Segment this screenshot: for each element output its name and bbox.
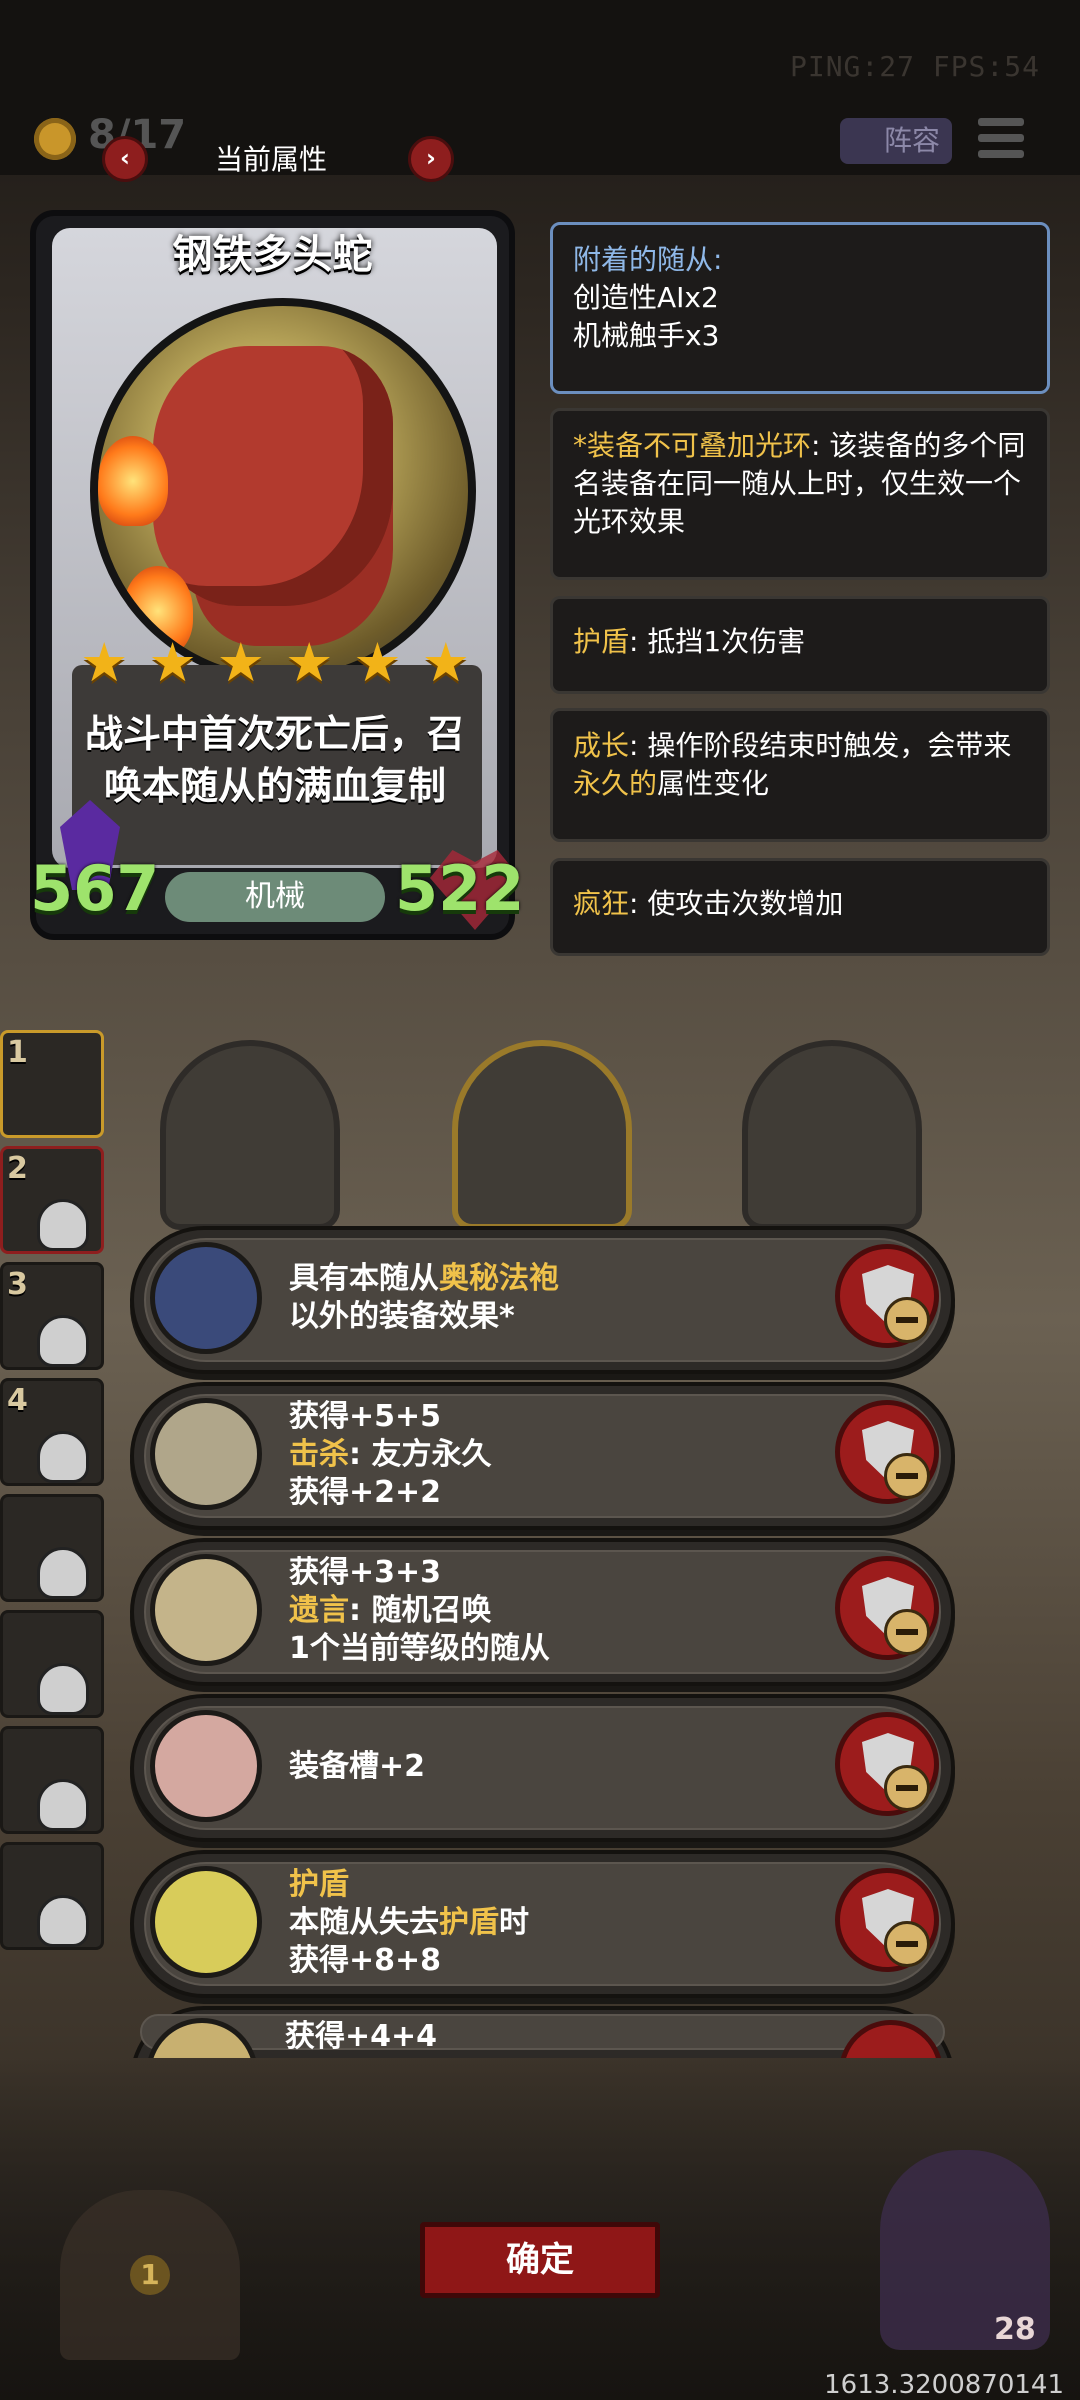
- lineup-button[interactable]: 阵容: [840, 118, 952, 164]
- debug-coordinates: 1613.3200870141: [824, 2370, 1064, 2400]
- flame-icon: [98, 436, 168, 526]
- equipment-row: 获得+5+5 击杀: 友方永久 获得+2+2: [130, 1382, 955, 1530]
- hydra-art: [153, 346, 393, 606]
- remove-equipment-button[interactable]: [835, 1868, 939, 1972]
- keyword-shield: 护盾: 抵挡1次伤害: [550, 596, 1050, 694]
- board-minion[interactable]: [452, 1040, 632, 1230]
- remove-equipment-button[interactable]: [835, 1712, 939, 1816]
- armor-icon: [150, 1710, 262, 1822]
- health-value: 522: [395, 852, 525, 925]
- tribe-badge: 机械: [165, 872, 385, 922]
- minion-portrait: [90, 298, 476, 684]
- equipment-row: 装备槽+2: [130, 1694, 955, 1842]
- skull-icon: [37, 1663, 89, 1715]
- card-description: 战斗中首次死亡后，召 唤本随从的满血复制: [84, 712, 465, 808]
- board-minion[interactable]: [742, 1040, 922, 1230]
- minus-icon: [884, 1453, 930, 1499]
- star-icon: ★: [148, 631, 197, 694]
- skull-icon: [37, 1315, 89, 1367]
- keyword-frenzy: 疯狂: 使攻击次数增加: [550, 858, 1050, 956]
- remove-equipment-button[interactable]: [835, 1556, 939, 1660]
- skull-icon: [37, 1895, 89, 1947]
- keyword-aura: *装备不可叠加光环: 该装备的多个同名装备在同一随从上时，仅生效一个光环效果: [550, 408, 1050, 580]
- attack-value: 567: [30, 852, 160, 925]
- board-minion[interactable]: [160, 1040, 340, 1230]
- party-slot[interactable]: 1: [0, 1030, 104, 1138]
- equipment-row: 护盾 本随从失去护盾时 获得+8+8: [130, 1850, 955, 1998]
- party-slot[interactable]: [0, 1726, 104, 1834]
- equipment-row: 具有本随从奥秘法袍 以外的装备效果*: [130, 1226, 955, 1374]
- skull-icon: [37, 1547, 89, 1599]
- attached-minions-panel: 附着的随从: 创造性AIx2 机械触手x3: [550, 222, 1050, 394]
- equipment-row-clipped: 获得+4+4: [130, 2006, 955, 2058]
- party-slot[interactable]: [0, 1610, 104, 1718]
- minus-icon: [884, 1921, 930, 1967]
- cloak-icon: [150, 1398, 262, 1510]
- star-icon: ★: [284, 631, 334, 694]
- minus-icon: [884, 1609, 930, 1655]
- star-icon: ★: [80, 631, 129, 694]
- party-slot[interactable]: 3: [0, 1262, 104, 1370]
- skull-icon: [37, 1779, 89, 1831]
- panel-title: 当前属性: [215, 143, 328, 176]
- robe-icon: [150, 1242, 262, 1354]
- skull-icon: [37, 1199, 89, 1251]
- star-icon: ★: [353, 631, 402, 694]
- minus-icon: [884, 1297, 930, 1343]
- star-icon: ★: [216, 631, 266, 694]
- equipment-row: 获得+3+3 遗言: 随机召唤 1个当前等级的随从: [130, 1538, 955, 1686]
- hero-health: 28: [994, 2312, 1036, 2347]
- star-rating: ★ ★ ★ ★ ★ ★: [80, 636, 470, 690]
- minus-icon: [884, 1765, 930, 1811]
- remove-equipment-button[interactable]: [835, 1244, 939, 1348]
- moon-icon: [150, 1866, 262, 1978]
- coffin-icon: [150, 1554, 262, 1666]
- equipment-row: 获得+4+4: [130, 2006, 955, 2058]
- ping-fps-readout: PING:27 FPS:54: [789, 50, 1040, 83]
- next-arrow-button[interactable]: ›: [408, 136, 454, 182]
- star-icon: ★: [421, 631, 470, 694]
- party-slot[interactable]: 4: [0, 1378, 104, 1486]
- menu-icon[interactable]: [978, 118, 1024, 164]
- confirm-button[interactable]: 确定: [420, 2222, 660, 2298]
- prev-arrow-button[interactable]: ‹: [102, 136, 148, 182]
- party-slot[interactable]: [0, 1494, 104, 1602]
- keyword-growth: 成长: 操作阶段结束时触发，会带来永久的属性变化: [550, 708, 1050, 842]
- minion-name: 钢铁多头蛇: [172, 232, 373, 278]
- remove-equipment-button[interactable]: [835, 1400, 939, 1504]
- party-slot[interactable]: 2: [0, 1146, 104, 1254]
- coin-counter: 1: [130, 2255, 170, 2295]
- skull-icon: [37, 1431, 89, 1483]
- gold-coin-icon: [34, 118, 76, 160]
- party-slot[interactable]: [0, 1842, 104, 1950]
